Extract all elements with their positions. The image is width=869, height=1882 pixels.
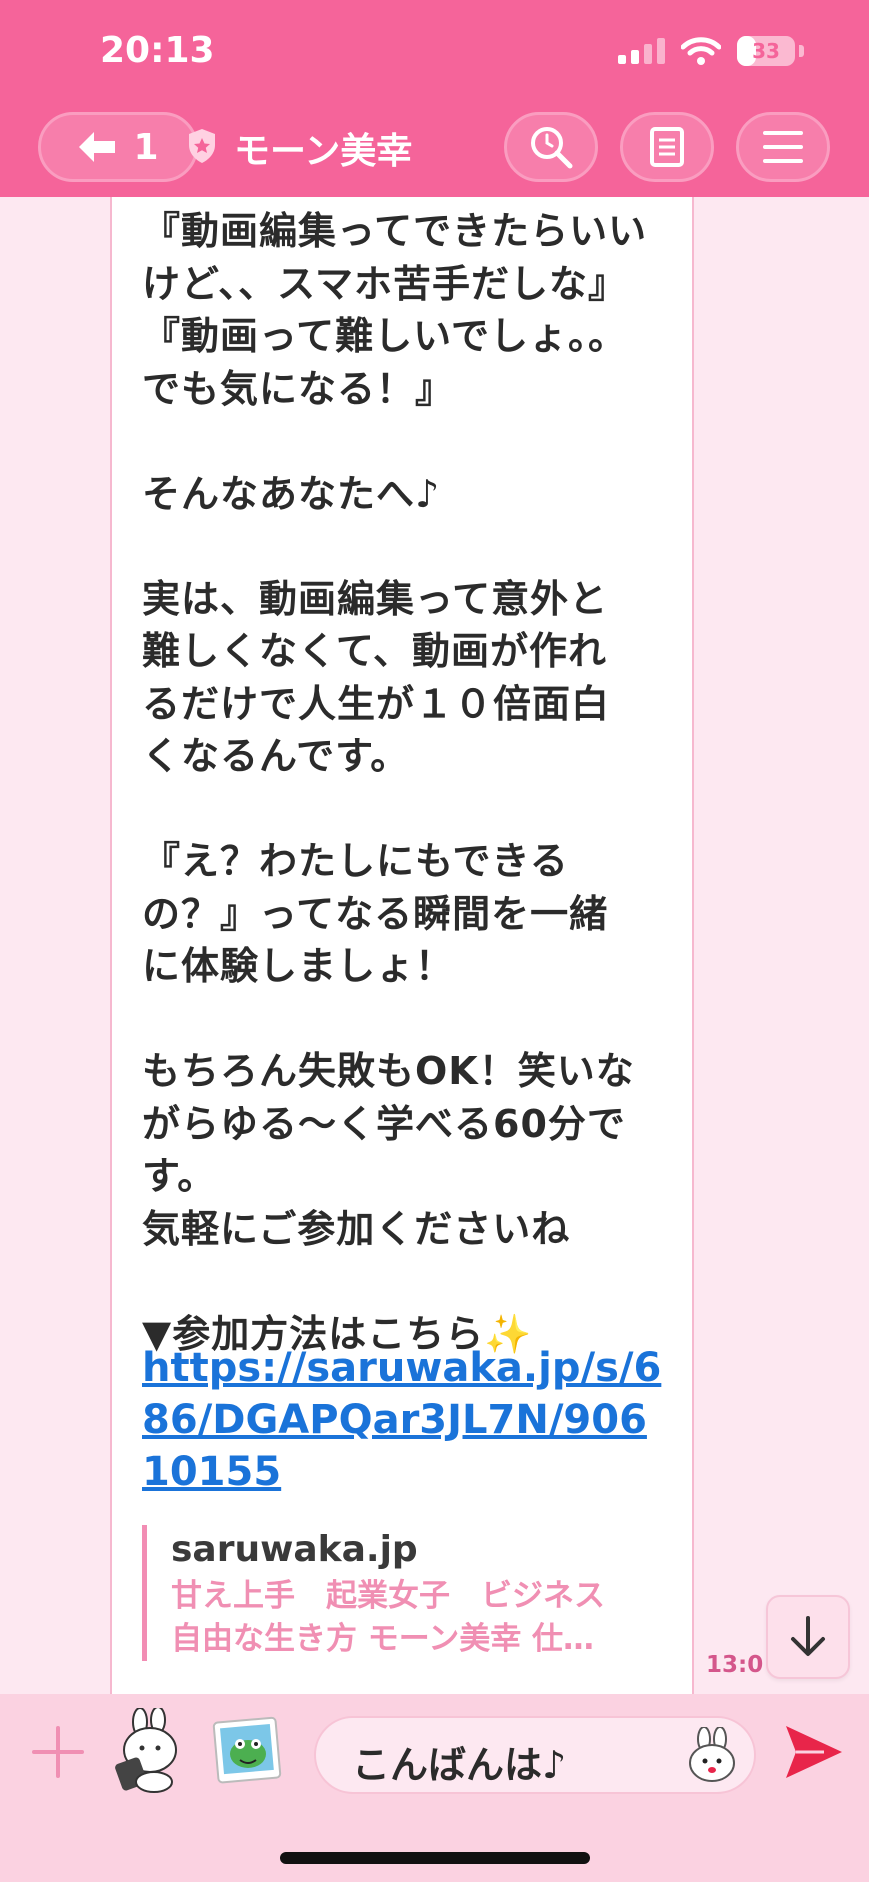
input-bar: こんばんは♪ (0, 1694, 869, 1882)
plus-icon (32, 1726, 84, 1778)
preview-description: 甘え上手 起業女子 ビジネス 自由な生き方 モーン美幸 仕… (171, 1578, 605, 1657)
status-time: 20:13 (100, 30, 215, 71)
search-icon (531, 127, 573, 169)
signal-icon (618, 38, 665, 64)
chat-header: 20:13 33 1 モーン美幸 (0, 0, 869, 197)
home-indicator (280, 1852, 590, 1864)
photo-icon[interactable] (212, 1716, 284, 1786)
wifi-icon (681, 37, 721, 65)
link-preview[interactable]: saruwaka.jp 甘え上手 起業女子 ビジネス 自由な生き方 モーン美幸 … (142, 1525, 662, 1661)
shield-icon (189, 129, 215, 163)
message-time: 13:0 (706, 1652, 764, 1678)
emoji-icon[interactable] (684, 1727, 740, 1783)
search-button[interactable] (504, 112, 598, 182)
battery-cap (799, 45, 804, 57)
menu-icon (763, 131, 803, 163)
back-count: 1 (133, 126, 159, 168)
back-arrow-icon (79, 132, 116, 162)
message-link[interactable]: https://saruwaka.jp/s/686/DGAPQar3JL7N/9… (142, 1342, 662, 1498)
send-icon[interactable] (784, 1724, 844, 1780)
message-input[interactable]: こんばんは♪ (314, 1716, 756, 1794)
back-button[interactable]: 1 (38, 112, 198, 182)
scroll-to-bottom-button[interactable] (766, 1595, 850, 1679)
battery-icon: 33 (737, 36, 795, 66)
preview-domain: saruwaka.jp (171, 1529, 418, 1570)
message-input-text: こんばんは♪ (352, 1743, 567, 1787)
chat-area[interactable]: 『動画編集ってできたらいい けど、、スマホ苦手だしな』 『動画って難しいでしょ。… (0, 197, 869, 1694)
menu-button[interactable] (736, 112, 830, 182)
sticker-icon[interactable] (110, 1708, 190, 1794)
notes-icon (650, 127, 684, 167)
notes-button[interactable] (620, 112, 714, 182)
chevron-down-icon (791, 1616, 825, 1656)
status-indicators: 33 (618, 36, 804, 66)
battery-level: 33 (752, 39, 780, 63)
message-text: 『動画編集ってできたらいい けど、、スマホ苦手だしな』 『動画って難しいでしょ。… (142, 209, 648, 1356)
add-button[interactable] (28, 1722, 88, 1782)
chat-title: モーン美幸 (234, 131, 413, 172)
